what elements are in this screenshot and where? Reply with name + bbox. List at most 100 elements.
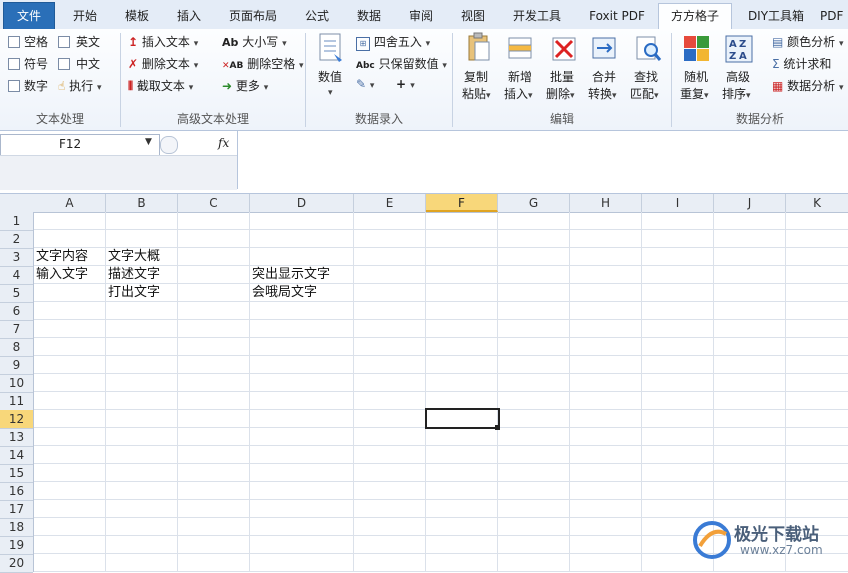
- row-header-18[interactable]: 18: [0, 518, 33, 537]
- tab-formulas[interactable]: 公式: [294, 4, 340, 28]
- add-insert-button[interactable]: 新增 插入▾: [500, 32, 540, 106]
- random-repeat-button[interactable]: 随机 重复▾: [678, 32, 718, 106]
- insert-text-button[interactable]: ↥ 插入文本 ▾: [128, 33, 198, 50]
- cell-a4[interactable]: 输入文字: [36, 266, 88, 284]
- tab-data[interactable]: 数据: [346, 4, 392, 28]
- tab-diy-toolbox[interactable]: DIY工具箱: [738, 4, 814, 28]
- row-header-10[interactable]: 10: [0, 374, 33, 393]
- chinese-checkbox[interactable]: [58, 58, 70, 70]
- cell-b5[interactable]: 打出文字: [108, 284, 160, 302]
- row-header-15[interactable]: 15: [0, 464, 33, 483]
- row-header-11[interactable]: 11: [0, 392, 33, 411]
- row-header-1[interactable]: 1: [0, 212, 33, 231]
- column-header-c[interactable]: C: [178, 194, 250, 212]
- delete-text-icon: ✗: [128, 57, 139, 71]
- column-header-k[interactable]: K: [786, 194, 848, 212]
- cell-d4[interactable]: 突出显示文字: [252, 266, 330, 284]
- tab-foxit-pdf[interactable]: Foxit PDF: [582, 4, 652, 28]
- keep-numbers-button[interactable]: Abc 只保留数值 ▾: [356, 55, 447, 72]
- chevron-down-icon: ▾: [263, 83, 269, 93]
- english-checkbox[interactable]: [58, 36, 70, 48]
- color-analysis-button[interactable]: ▤ 颜色分析 ▾: [772, 33, 844, 50]
- plus-button[interactable]: + ▾: [396, 77, 415, 91]
- number-value-button[interactable]: 数值 ▾: [312, 32, 350, 106]
- column-header-g[interactable]: G: [498, 194, 570, 212]
- row-header-6[interactable]: 6: [0, 302, 33, 321]
- batch-delete-button[interactable]: 批量 删除▾: [544, 32, 584, 106]
- tab-fangfang-gezi[interactable]: 方方格子: [658, 3, 732, 30]
- cell-a3[interactable]: 文字内容: [36, 248, 88, 266]
- chevron-down-icon: ▾: [328, 88, 333, 98]
- column-header-h[interactable]: H: [570, 194, 642, 212]
- formula-collapse-handle[interactable]: [160, 136, 178, 154]
- name-box-dropdown-icon[interactable]: ▼: [145, 137, 152, 147]
- insert-function-icon[interactable]: fx: [218, 136, 229, 150]
- more-button[interactable]: ➜ 更多 ▾: [222, 77, 268, 94]
- column-header-e[interactable]: E: [354, 194, 426, 212]
- find-match-button[interactable]: 查找 匹配▾: [628, 32, 668, 106]
- column-header-f[interactable]: F: [426, 194, 498, 212]
- delete-space-button[interactable]: ✕AB 删除空格 ▾: [222, 55, 304, 72]
- row-header-17[interactable]: 17: [0, 500, 33, 519]
- data-analysis-button[interactable]: ▦ 数据分析 ▾: [772, 77, 844, 94]
- row-header-12[interactable]: 12: [0, 410, 33, 429]
- copy-paste-button[interactable]: 复制 粘贴▾: [458, 32, 498, 106]
- column-header-bar: A B C D E F G H I J K: [0, 194, 848, 213]
- row-header-14[interactable]: 14: [0, 446, 33, 465]
- row-header-20[interactable]: 20: [0, 554, 33, 573]
- tab-pdf[interactable]: PDF: [820, 4, 848, 28]
- row-header-3[interactable]: 3: [0, 248, 33, 267]
- name-box[interactable]: F12 ▼: [0, 134, 160, 156]
- column-header-d[interactable]: D: [250, 194, 354, 212]
- formula-bar-spacer: [0, 155, 237, 190]
- advanced-sort-button[interactable]: A Z Z A 高级 排序▾: [720, 32, 760, 106]
- edit-entry-button[interactable]: ✎ ▾: [356, 77, 374, 91]
- row-header-7[interactable]: 7: [0, 320, 33, 339]
- change-case-button[interactable]: Ab 大小写 ▾: [222, 33, 287, 50]
- tab-view[interactable]: 视图: [450, 4, 496, 28]
- row-header-9[interactable]: 9: [0, 356, 33, 375]
- round-button[interactable]: ⊞ 四舍五入 ▾: [356, 33, 430, 51]
- row-header-13[interactable]: 13: [0, 428, 33, 447]
- change-case-label: 大小写: [242, 35, 279, 49]
- row-header-19[interactable]: 19: [0, 536, 33, 555]
- fill-handle[interactable]: [495, 425, 500, 430]
- cell-b3[interactable]: 文字大概: [108, 248, 160, 266]
- row-header-16[interactable]: 16: [0, 482, 33, 501]
- tab-home[interactable]: 开始: [60, 4, 110, 28]
- merge-convert-button[interactable]: 合并 转换▾: [586, 32, 626, 106]
- symbol-checkbox[interactable]: [8, 58, 20, 70]
- delete-text-button[interactable]: ✗ 删除文本 ▾: [128, 55, 198, 72]
- space-checkbox[interactable]: [8, 36, 20, 48]
- cell-b4[interactable]: 描述文字: [108, 266, 160, 284]
- tab-file[interactable]: 文件: [3, 2, 55, 30]
- run-button[interactable]: ☝ 执行 ▾: [58, 77, 102, 94]
- column-header-b[interactable]: B: [106, 194, 178, 212]
- row-header-8[interactable]: 8: [0, 338, 33, 357]
- statistics-sum-button[interactable]: Σ 统计求和: [772, 55, 831, 72]
- abc-icon: Abc: [356, 61, 375, 71]
- active-cell-f12[interactable]: [425, 408, 500, 429]
- row-header-5[interactable]: 5: [0, 284, 33, 303]
- tab-page-layout[interactable]: 页面布局: [220, 4, 286, 28]
- tab-template[interactable]: 模板: [112, 4, 162, 28]
- formula-input[interactable]: [237, 131, 848, 189]
- row-header-2[interactable]: 2: [0, 230, 33, 249]
- column-header-j[interactable]: J: [714, 194, 786, 212]
- column-header-a[interactable]: A: [34, 194, 106, 212]
- number-checkbox[interactable]: [8, 80, 20, 92]
- grid-line: [34, 373, 848, 374]
- row-header-4[interactable]: 4: [0, 266, 33, 285]
- ribbon-tab-bar: 文件 开始 模板 插入 页面布局 公式 数据 审阅 视图 开发工具 Foxit …: [0, 0, 848, 30]
- extract-text-button[interactable]: ⫴ 截取文本 ▾: [128, 77, 193, 94]
- hand-icon: ☝: [58, 79, 66, 93]
- add-label: 新增: [508, 70, 533, 84]
- tab-review[interactable]: 审阅: [398, 4, 444, 28]
- batch-label: 批量: [550, 70, 575, 84]
- tab-developer[interactable]: 开发工具: [502, 4, 572, 28]
- cell-d5[interactable]: 会哦局文字: [252, 284, 317, 302]
- column-header-i[interactable]: I: [642, 194, 714, 212]
- tab-insert[interactable]: 插入: [164, 4, 214, 28]
- round-icon: ⊞: [356, 37, 370, 51]
- grid-line: [249, 212, 250, 572]
